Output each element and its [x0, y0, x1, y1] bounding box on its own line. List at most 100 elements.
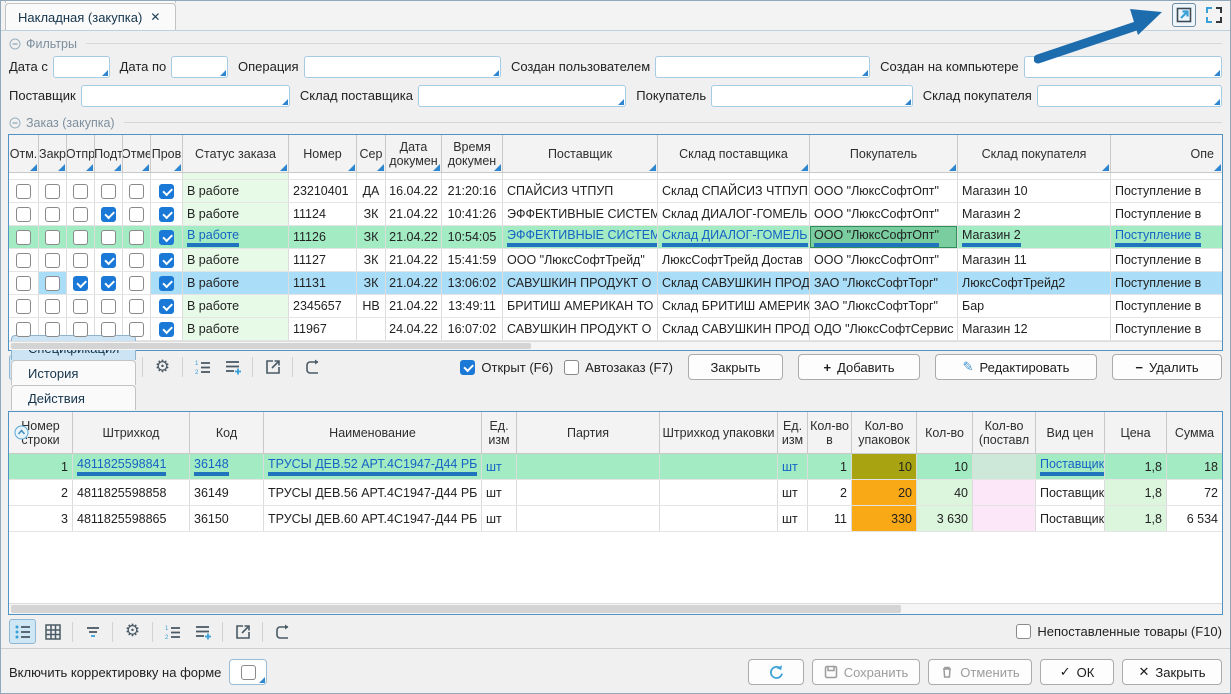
- column-header[interactable]: Партия: [517, 412, 660, 453]
- cancelled-checkbox[interactable]: [129, 230, 144, 245]
- supplier-warehouse-cell[interactable]: Склад ДИАЛОГ-ГОМЕЛЬ: [658, 226, 810, 248]
- operation-cell[interactable]: Поступление в: [1111, 318, 1222, 340]
- status-cell[interactable]: В работе: [183, 203, 289, 225]
- checkbox-cell[interactable]: [39, 180, 67, 202]
- supplier-warehouse-cell[interactable]: Склад СПАЙСИЗ ЧТПУП: [658, 180, 810, 202]
- column-header[interactable]: Кол-во: [917, 412, 973, 453]
- cancelled-checkbox[interactable]: [129, 207, 144, 222]
- checkbox-cell[interactable]: [39, 295, 67, 317]
- checkbox-cell[interactable]: [39, 226, 67, 248]
- number-cell[interactable]: 11967: [289, 318, 357, 340]
- batch-cell[interactable]: [517, 454, 660, 479]
- supplier-cell[interactable]: ЭФФЕКТИВНЫЕ СИСТЕМ: [503, 226, 658, 248]
- unit-cell[interactable]: шт: [482, 480, 517, 505]
- marked-checkbox[interactable]: [16, 207, 31, 222]
- number-cell[interactable]: 11124: [289, 203, 357, 225]
- add-row-button[interactable]: [219, 355, 246, 380]
- operation-cell[interactable]: Поступление в: [1111, 295, 1222, 317]
- time-cell[interactable]: 15:41:59: [442, 249, 503, 271]
- delete-button[interactable]: −Удалить: [1112, 354, 1222, 380]
- cancel-button[interactable]: Отменить: [928, 659, 1032, 685]
- date-cell[interactable]: 21.04.22: [386, 295, 442, 317]
- autoorder-checkbox[interactable]: Автозаказ (F7): [564, 360, 673, 375]
- series-cell[interactable]: ЗК: [357, 203, 386, 225]
- undelivered-goods-checkbox[interactable]: Непоставленные товары (F10): [1016, 624, 1222, 639]
- sort-ascending-icon[interactable]: [14, 425, 29, 440]
- column-header[interactable]: Склад поставщика: [658, 135, 810, 172]
- buyer-warehouse-input[interactable]: [1037, 85, 1222, 107]
- marked-checkbox[interactable]: [16, 230, 31, 245]
- pack-barcode-cell[interactable]: [660, 480, 778, 505]
- cancelled-checkbox[interactable]: [129, 253, 144, 268]
- date-from-input[interactable]: [53, 56, 110, 78]
- column-header[interactable]: Сумма: [1167, 412, 1222, 453]
- buyer-cell[interactable]: ЗАО "ЛюксСофтТорг": [810, 295, 958, 317]
- orders-horizontal-scrollbar[interactable]: [9, 341, 1222, 350]
- operation-cell[interactable]: Поступление в: [1111, 249, 1222, 271]
- checkbox-cell[interactable]: [95, 180, 123, 202]
- close-form-button[interactable]: ✕Закрыть: [1122, 659, 1222, 685]
- status-cell[interactable]: В работе: [183, 272, 289, 294]
- posted-checkbox[interactable]: [159, 207, 174, 222]
- supplier-warehouse-cell[interactable]: Склад САВУШКИН ПРОД: [658, 272, 810, 294]
- supplier-cell[interactable]: САВУШКИН ПРОДУКТ О: [503, 318, 658, 340]
- price-type-cell[interactable]: Поставщика: [1036, 506, 1105, 531]
- code-cell[interactable]: 36149: [190, 480, 264, 505]
- checkbox-cell[interactable]: [123, 226, 151, 248]
- supplier-cell[interactable]: БРИТИШ АМЕРИКАН ТО: [503, 295, 658, 317]
- price-type-cell[interactable]: Поставщика: [1036, 480, 1105, 505]
- pack-unit-cell[interactable]: шт: [778, 454, 808, 479]
- checkbox-cell[interactable]: [67, 203, 95, 225]
- series-cell[interactable]: ЗК: [357, 272, 386, 294]
- spec-row[interactable]: 2481182559885836149ТРУСЫ ДЕВ.56 АРТ.4С19…: [9, 480, 1222, 506]
- column-header[interactable]: Подт: [95, 135, 123, 172]
- supplier-cell[interactable]: СПАЙСИЗ ЧТПУП: [503, 180, 658, 202]
- column-header[interactable]: Статус заказа: [183, 135, 289, 172]
- checkbox-cell[interactable]: [9, 249, 39, 271]
- qty-cell[interactable]: 3 630: [917, 506, 973, 531]
- marked-checkbox[interactable]: [16, 253, 31, 268]
- buyer-cell[interactable]: ООО "ЛюксСофтОпт": [810, 203, 958, 225]
- column-header[interactable]: Кол-во упаковок: [852, 412, 917, 453]
- price-cell[interactable]: 1,8: [1105, 506, 1167, 531]
- list-view-button[interactable]: [9, 619, 36, 644]
- number-cell[interactable]: 23210401: [289, 180, 357, 202]
- column-header[interactable]: Склад покупателя: [958, 135, 1111, 172]
- sent-checkbox[interactable]: [73, 230, 88, 245]
- closed-checkbox[interactable]: [45, 253, 60, 268]
- supplier-cell[interactable]: ЭФФЕКТИВНЫЕ СИСТЕМ: [503, 203, 658, 225]
- column-header[interactable]: Штрихкод: [73, 412, 190, 453]
- number-cell[interactable]: 11131: [289, 272, 357, 294]
- series-cell[interactable]: ЗК: [357, 226, 386, 248]
- checkbox-cell[interactable]: [95, 295, 123, 317]
- date-cell[interactable]: 21.04.22: [386, 203, 442, 225]
- posted-checkbox[interactable]: [159, 299, 174, 314]
- sum-cell[interactable]: 18: [1167, 454, 1222, 479]
- checkbox-cell[interactable]: [9, 203, 39, 225]
- sent-checkbox[interactable]: [73, 299, 88, 314]
- line-number-cell[interactable]: 2: [9, 480, 73, 505]
- unit-cell[interactable]: шт: [482, 506, 517, 531]
- column-header[interactable]: Время докумен: [442, 135, 503, 172]
- pack-unit-cell[interactable]: шт: [778, 480, 808, 505]
- number-cell[interactable]: 11126: [289, 226, 357, 248]
- collapse-icon[interactable]: [9, 38, 21, 50]
- series-cell[interactable]: [357, 318, 386, 340]
- open-external-button[interactable]: [229, 619, 256, 644]
- settings-button[interactable]: ⚙: [149, 355, 176, 380]
- marked-checkbox[interactable]: [16, 299, 31, 314]
- ok-button[interactable]: ✓ОК: [1040, 659, 1114, 685]
- column-header[interactable]: Цена: [1105, 412, 1167, 453]
- posted-checkbox[interactable]: [159, 276, 174, 291]
- detail-tab[interactable]: История: [11, 360, 136, 385]
- add-row-button[interactable]: [189, 619, 216, 644]
- checkbox-cell[interactable]: [67, 226, 95, 248]
- column-header[interactable]: Пров: [151, 135, 183, 172]
- closed-checkbox[interactable]: [45, 276, 60, 291]
- operation-cell[interactable]: Поступление в: [1111, 180, 1222, 202]
- price-cell[interactable]: 1,8: [1105, 454, 1167, 479]
- time-cell[interactable]: 21:20:16: [442, 180, 503, 202]
- confirmed-checkbox[interactable]: [101, 253, 116, 268]
- checkbox-cell[interactable]: [67, 272, 95, 294]
- order-row[interactable]: В работе2345657НВ21.04.2213:49:11БРИТИШ …: [9, 295, 1222, 318]
